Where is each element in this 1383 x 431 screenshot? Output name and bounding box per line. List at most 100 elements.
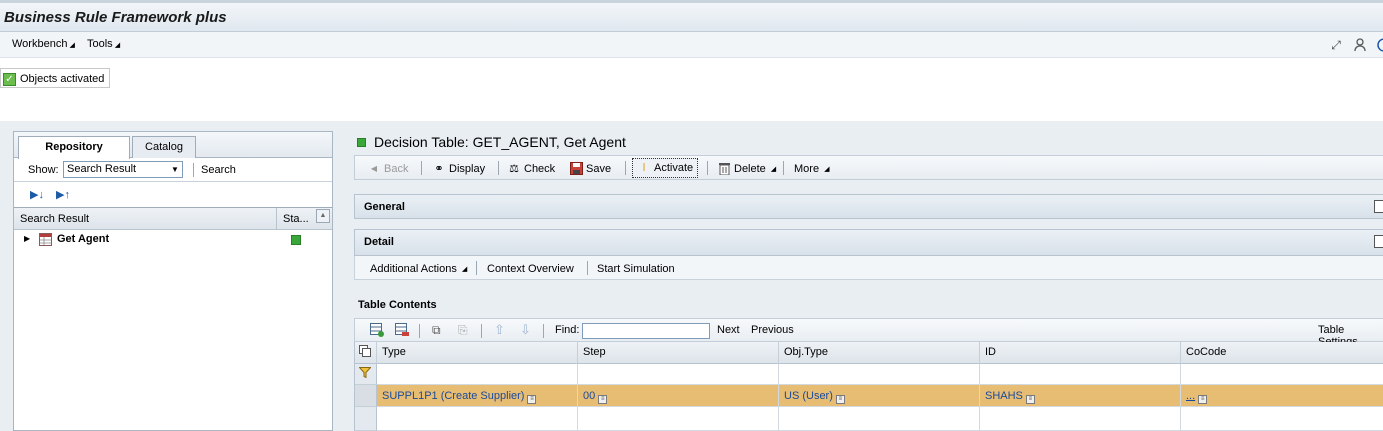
repository-panel: Repository Catalog Show: Search Result ▼… (13, 131, 333, 431)
cell-cocode-value: ... (1186, 390, 1196, 402)
search-button[interactable]: Search (201, 164, 236, 176)
copy-icon[interactable]: ⧉ (432, 323, 441, 338)
find-input[interactable] (582, 323, 710, 339)
collapse-icon[interactable] (1374, 200, 1383, 213)
filter-cell-type[interactable] (377, 364, 578, 385)
success-check-icon: ✓ (3, 72, 16, 86)
collapse-all-icon[interactable]: ▶↑ (56, 188, 70, 201)
decision-table-grid: Type Step Obj.Type ID CoCode SUPPL1P1 (C… (354, 342, 1383, 431)
table-cell-objtype[interactable]: US (User) ≡ (779, 385, 980, 407)
find-next-button[interactable]: Next (717, 324, 740, 336)
collapse-icon[interactable] (1374, 235, 1383, 248)
menu-workbench-label: Workbench (12, 38, 68, 50)
trash-icon (717, 162, 731, 176)
table-cell-step[interactable]: 00 ≡ (578, 385, 779, 407)
tab-repository[interactable]: Repository (18, 136, 130, 159)
expand-arrow-icon[interactable]: ▶ (24, 234, 30, 243)
status-message-text: Objects activated (20, 73, 105, 85)
start-simulation-button[interactable]: Start Simulation (597, 260, 675, 277)
table-cell-type[interactable]: SUPPL1P1 (Create Supplier) ≡ (377, 385, 578, 407)
move-down-icon[interactable]: ⇩ (520, 322, 531, 338)
row-selector[interactable] (355, 407, 377, 431)
tab-catalog[interactable]: Catalog (132, 136, 196, 158)
edit-value-icon[interactable]: ≡ (1025, 395, 1035, 404)
tree-item-get-agent[interactable]: ▶ Get Agent (14, 230, 332, 250)
show-row: Show: Search Result ▼ Search (14, 158, 332, 182)
empty-cell[interactable] (377, 407, 578, 431)
col-search-result[interactable]: Search Result (20, 213, 89, 225)
edit-value-icon[interactable]: ≡ (598, 395, 608, 404)
delete-menu-button[interactable]: Delete ◢ (717, 160, 776, 177)
table-cell-cocode[interactable]: ... ≡ (1181, 385, 1383, 407)
back-arrow-icon: ◀ (370, 163, 378, 173)
cell-id-value: SHAHS (985, 390, 1023, 402)
activate-match-icon: ǀ (642, 162, 646, 174)
section-detail[interactable]: Detail (354, 229, 1383, 256)
table-cell-id[interactable]: SHAHS ≡ (980, 385, 1181, 407)
empty-cell[interactable] (578, 407, 779, 431)
show-select-value: Search Result (67, 163, 137, 175)
col-header-objtype[interactable]: Obj.Type (779, 342, 980, 364)
filter-cell-cocode[interactable] (1181, 364, 1383, 385)
col-header-id[interactable]: ID (980, 342, 1181, 364)
separator (707, 161, 708, 175)
select-all-icon[interactable] (355, 342, 377, 364)
save-button[interactable]: Save (569, 160, 611, 177)
col-header-step[interactable]: Step (578, 342, 779, 364)
more-menu-button[interactable]: More ◢ (794, 160, 829, 177)
tab-catalog-label: Catalog (145, 141, 183, 153)
user-settings-icon[interactable] (1354, 38, 1368, 52)
help-icon[interactable] (1377, 38, 1383, 52)
move-up-icon[interactable]: ⇧ (494, 322, 505, 338)
activate-label: Activate (654, 162, 694, 174)
detail-toolbar: Additional Actions ◢ Context Overview Sta… (354, 256, 1383, 280)
filter-cell-id[interactable] (980, 364, 1181, 385)
status-message: ✓ Objects activated (0, 68, 111, 88)
scroll-up-icon[interactable]: ▲ (316, 209, 330, 223)
additional-actions-button[interactable]: Additional Actions ◢ (370, 260, 467, 277)
check-button[interactable]: ⚖ Check (507, 160, 555, 177)
col-header-type[interactable]: Type (377, 342, 578, 364)
separator (419, 324, 420, 338)
section-general-title: General (364, 201, 405, 213)
save-label: Save (586, 162, 612, 175)
find-label: Find: (555, 324, 580, 336)
object-header: Decision Table: GET_AGENT, Get Agent (357, 134, 626, 150)
empty-cell[interactable] (779, 407, 980, 431)
insert-row-icon[interactable] (370, 323, 384, 340)
menu-bar: Workbench ◢ Tools ◢ ⤢ (0, 32, 1383, 58)
col-status[interactable]: Sta... (283, 213, 309, 225)
edit-value-icon[interactable]: ≡ (527, 395, 537, 404)
show-select[interactable]: Search Result ▼ (63, 161, 183, 178)
separator (481, 324, 482, 338)
col-header-cocode[interactable]: CoCode (1181, 342, 1383, 364)
expand-all-icon[interactable]: ▶↓ (30, 188, 44, 201)
status-active-icon (291, 235, 301, 245)
activate-button[interactable]: ǀ Activate (632, 158, 699, 178)
row-selector[interactable] (355, 385, 377, 407)
cell-step-value: 00 (583, 390, 596, 402)
find-previous-button[interactable]: Previous (751, 324, 794, 336)
show-label: Show: (28, 164, 59, 176)
filter-icon[interactable] (355, 364, 377, 385)
section-detail-title: Detail (364, 236, 394, 248)
separator (543, 324, 544, 338)
fullscreen-icon[interactable]: ⤢ (1329, 38, 1343, 52)
context-overview-button[interactable]: Context Overview (487, 260, 574, 277)
filter-cell-step[interactable] (578, 364, 779, 385)
separator (193, 163, 194, 177)
back-button[interactable]: ◀ Back (367, 160, 409, 177)
empty-cell[interactable] (1181, 407, 1383, 431)
menu-tools[interactable]: Tools ◢ (87, 38, 120, 50)
edit-value-icon[interactable]: ≡ (835, 395, 845, 404)
menu-workbench[interactable]: Workbench ◢ (12, 38, 75, 50)
paste-icon[interactable]: ⎘ (458, 323, 468, 338)
tree-toolbar: ▶↓ ▶↑ (14, 182, 332, 208)
section-general[interactable]: General (354, 194, 1383, 219)
edit-value-icon[interactable]: ≡ (1198, 395, 1208, 404)
delete-row-icon[interactable] (395, 323, 409, 340)
empty-cell[interactable] (980, 407, 1181, 431)
display-button[interactable]: ⚭ Display (432, 160, 485, 177)
additional-actions-label: Additional Actions (370, 262, 457, 275)
filter-cell-objtype[interactable] (779, 364, 980, 385)
